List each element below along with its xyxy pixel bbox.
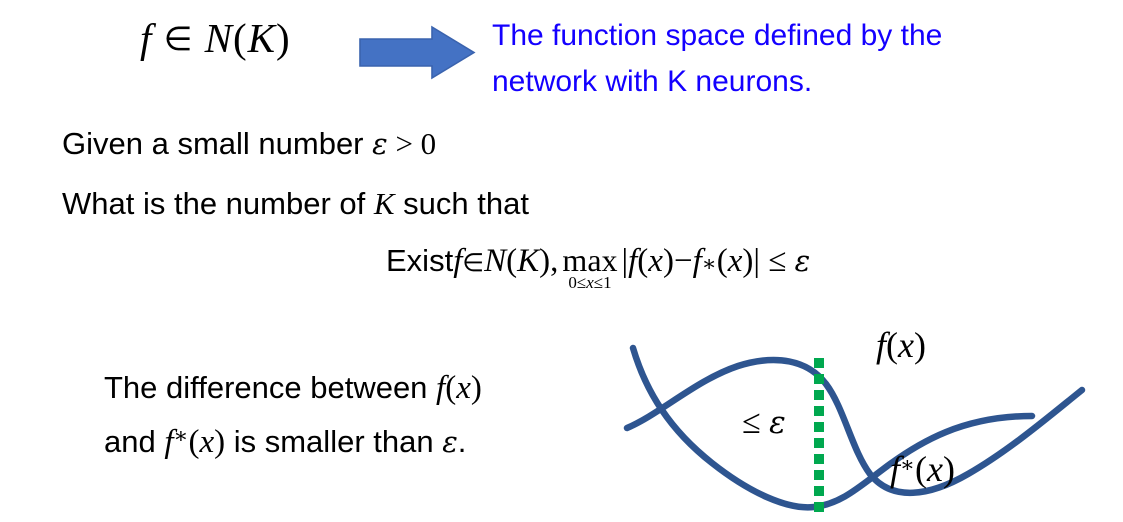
description-fstar-paren-close: ) <box>214 424 226 460</box>
max-sub-right: ≤1 <box>593 273 612 292</box>
exist-fx1-paren-close: ) <box>662 243 674 279</box>
statement-what-lead: What is the number of <box>62 186 374 221</box>
epsilon-symbol: ε <box>769 405 786 441</box>
curve-label-fstar-symbol: f <box>890 449 901 489</box>
description-fstar-x: x <box>199 424 215 460</box>
formula-paren-close: ) <box>276 15 291 61</box>
statement-given-lead: Given a small number <box>62 126 373 161</box>
exist-condition-line: Exist f ∈ N(K), max 0≤x≤1 | f(x) − f ∗(x) |… <box>386 243 810 292</box>
element-of-icon: ∈ <box>163 19 194 58</box>
formula-f-in-NK: f ∈ N(K) <box>140 14 291 62</box>
formula-K: K <box>247 15 277 61</box>
max-operator-label: max <box>562 242 618 278</box>
exist-fx1-paren-open: ( <box>637 243 649 279</box>
formula-paren-open: ( <box>233 15 248 61</box>
max-operator: max 0≤x≤1 <box>562 242 618 292</box>
exist-fx1-f: f <box>628 243 638 279</box>
blue-caption: The function space defined by the networ… <box>492 13 942 105</box>
description-paren-open: ( <box>445 370 457 406</box>
curve-label-fstar-x: x <box>926 449 943 489</box>
slide-canvas: f ∈ N(K) The function space defined by t… <box>0 0 1123 522</box>
curve-label-fstar-paren-open: ( <box>914 449 927 489</box>
minus-symbol: − <box>673 243 693 279</box>
curve-label-f-symbol: f <box>876 325 887 365</box>
statement-what-symbol-K: K <box>373 186 395 221</box>
exist-paren-open: ( <box>506 243 518 279</box>
exist-comma: , <box>550 243 559 279</box>
right-block-arrow-icon <box>358 25 476 80</box>
epsilon-gap-dotted-line <box>813 358 825 514</box>
exist-fx2-f: f <box>692 243 702 279</box>
statement-given-value: 0 <box>420 126 437 161</box>
exist-paren-close: ) <box>539 243 551 279</box>
star-superscript: ∗ <box>701 251 717 276</box>
description-x: x <box>456 370 471 406</box>
curve-label-f-x: x <box>898 325 914 365</box>
max-sub-var: x <box>586 273 594 292</box>
formula-N: N <box>204 15 234 61</box>
formula-f: f <box>140 15 153 61</box>
epsilon-gap-label: ≤ ε <box>742 404 786 442</box>
description-paren-close: ) <box>470 370 482 406</box>
exist-K: K <box>517 243 540 279</box>
star-superscript: ∗ <box>900 452 915 477</box>
epsilon-symbol: ε <box>372 127 388 161</box>
description-fstar-paren-open: ( <box>188 424 200 460</box>
description-line-1-lead: The difference between <box>104 370 437 405</box>
star-superscript: ∗ <box>173 423 189 448</box>
max-sub-left: 0≤ <box>568 273 587 292</box>
exist-N: N <box>484 243 507 279</box>
curve-label-fstar-paren-close: ) <box>942 449 955 489</box>
exist-fx1-x: x <box>648 243 663 279</box>
statement-what-tail: such that <box>394 186 529 221</box>
statement-given: Given a small number ε > 0 <box>62 126 436 162</box>
blue-caption-line-1: The function space defined by the <box>492 19 943 52</box>
description-block: The difference between f(x) and f∗(x) is… <box>104 364 482 466</box>
description-line-1: The difference between f(x) <box>104 364 482 412</box>
description-line-2-tail: is smaller than <box>225 424 443 459</box>
curve-label-f-star: f∗(x) <box>890 448 955 490</box>
abs-bar-close: | <box>753 243 760 279</box>
exist-fx2-x: x <box>727 243 743 279</box>
description-line-2-lead: and <box>104 424 165 459</box>
description-f: f <box>436 370 446 406</box>
exist-f: f <box>453 243 463 279</box>
exist-fx2-paren-open: ( <box>716 243 728 279</box>
max-operator-subscript: 0≤x≤1 <box>568 274 611 292</box>
exist-fx2-paren-close: ) <box>742 243 754 279</box>
less-or-equal-symbol: ≤ <box>742 404 761 441</box>
less-or-equal-symbol: ≤ <box>768 243 787 279</box>
description-line-2: and f∗(x) is smaller than ε. <box>104 412 482 466</box>
abs-bar-open: | <box>621 243 629 279</box>
blue-caption-line-2: network with K neurons. <box>492 65 813 98</box>
description-period: . <box>457 424 467 459</box>
curves-diagram <box>600 318 1123 522</box>
curve-label-f-paren-close: ) <box>914 325 926 365</box>
element-of-icon: ∈ <box>462 248 485 277</box>
statement-what: What is the number of K such that <box>62 186 529 222</box>
curve-label-f-paren-open: ( <box>886 325 899 365</box>
epsilon-symbol: ε <box>442 425 458 459</box>
curve-label-f: f(x) <box>876 324 926 366</box>
description-fstar-f: f <box>164 424 174 460</box>
greater-than-symbol: > <box>387 126 421 161</box>
exist-lead: Exist <box>386 243 454 278</box>
epsilon-symbol: ε <box>794 244 811 278</box>
